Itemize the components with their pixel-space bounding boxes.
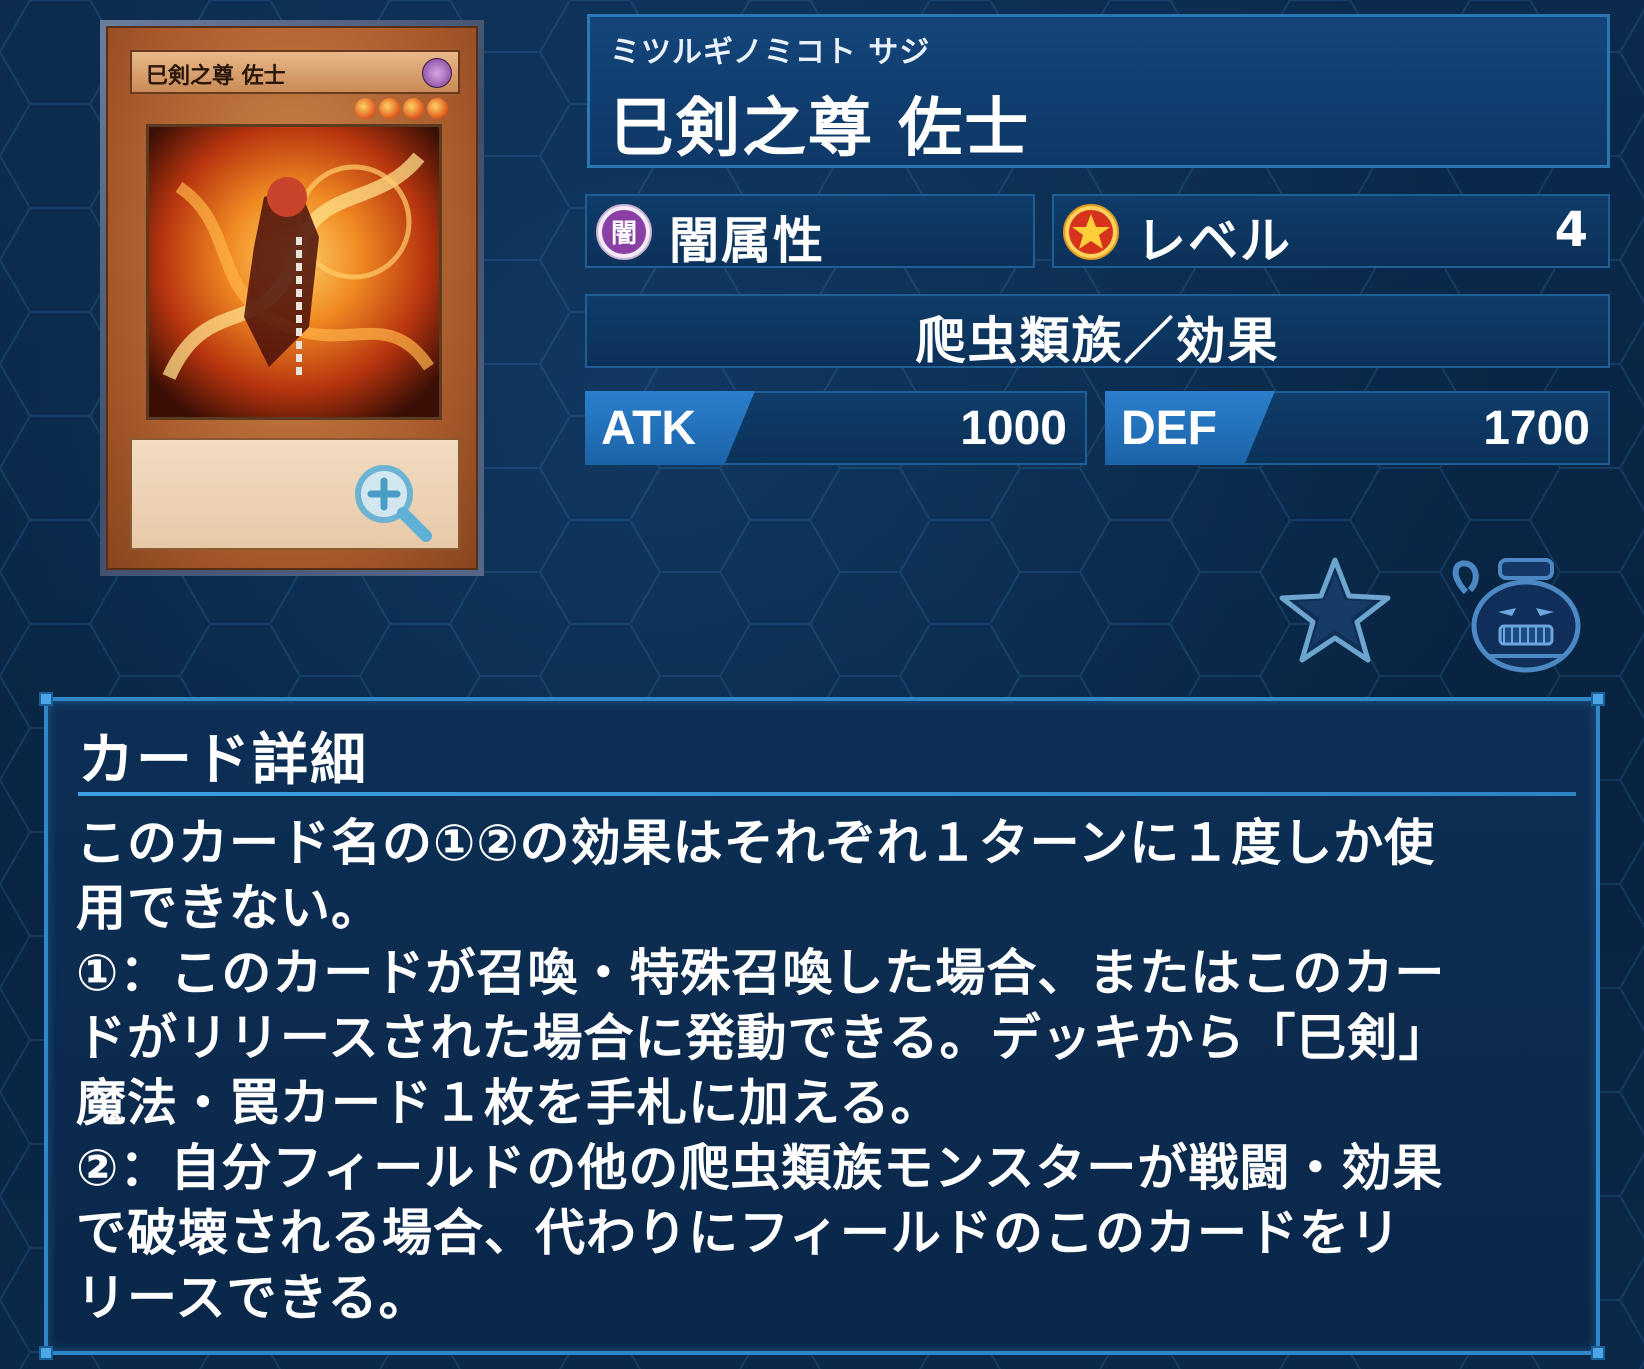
effect-line: で破壊される場合、代わりにフィールドのこのカードをリ bbox=[76, 1204, 1401, 1262]
level-star-icon bbox=[355, 98, 376, 119]
atk-label: ATK bbox=[601, 402, 697, 455]
effect-line: このカード名の①②の効果はそれぞれ１ターンに１度しか使 bbox=[76, 814, 1436, 872]
card-name-reading: ミツルギノミコト サジ bbox=[610, 35, 931, 70]
def-label: DEF bbox=[1121, 402, 1217, 455]
pot-of-greed-icon[interactable] bbox=[1448, 556, 1588, 674]
monster-type: 爬虫類族／効果 bbox=[915, 312, 1280, 370]
card-detail-panel[interactable]: カード詳細 このカード名の①②の効果はそれぞれ１ターンに１度しか使 用できない。… bbox=[39, 692, 1605, 1360]
panel-corner bbox=[1591, 1346, 1605, 1360]
level-label: レベル bbox=[1136, 212, 1292, 270]
card-effect-text: このカード名の①②の効果はそれぞれ１ターンに１度しか使 用できない。 ①：このカ… bbox=[76, 811, 1556, 1331]
effect-line: ②：自分フィールドの他の爬虫類族モンスターが戦闘・効果 bbox=[76, 1139, 1444, 1197]
def-box: DEF 1700 bbox=[1105, 391, 1610, 465]
attribute-icon-glyph: 闇 bbox=[611, 219, 637, 249]
favorite-star-icon[interactable] bbox=[1275, 554, 1395, 670]
card-level-stars bbox=[355, 98, 448, 119]
card-name-bar: 巳剣之尊 佐士 bbox=[130, 50, 460, 94]
panel-corner bbox=[1591, 692, 1605, 706]
card-attribute-mini-icon bbox=[422, 58, 452, 88]
card-detail-screen: 巳剣之尊 佐士 ミツルギノミコト サジ 巳剣之尊 佐士 闇 闇属性 レベル 4 … bbox=[0, 0, 1644, 1369]
atk-value: 1000 bbox=[960, 402, 1067, 455]
def-value: 1700 bbox=[1483, 402, 1590, 455]
effect-line: ドがリリースされた場合に発動できる。デッキから「巳剣」 bbox=[76, 1009, 1450, 1067]
level-star-icon bbox=[379, 98, 400, 119]
level-box: レベル 4 bbox=[1052, 194, 1610, 270]
effect-line: ①：このカードが召喚・特殊召喚した場合、またはこのカー bbox=[76, 944, 1446, 1002]
effect-line: リースできる。 bbox=[76, 1269, 430, 1327]
level-star-icon bbox=[1062, 203, 1120, 261]
monster-type-box: 爬虫類族／効果 bbox=[585, 294, 1610, 370]
effect-line: 用できない。 bbox=[76, 879, 382, 937]
card-artwork bbox=[146, 124, 442, 420]
detail-title: カード詳細 bbox=[78, 728, 368, 793]
attribute-box: 闇 闇属性 bbox=[585, 194, 1035, 270]
level-star-icon bbox=[403, 98, 424, 119]
card-image-name: 巳剣之尊 佐士 bbox=[146, 63, 286, 89]
effect-line: 魔法・罠カード１枚を手札に加える。 bbox=[76, 1074, 942, 1132]
card-name-panel: ミツルギノミコト サジ 巳剣之尊 佐士 bbox=[587, 14, 1610, 168]
card-name: 巳剣之尊 佐士 bbox=[610, 92, 1031, 166]
level-star-icon bbox=[427, 98, 448, 119]
zoom-in-icon[interactable] bbox=[348, 458, 438, 548]
atk-box: ATK 1000 bbox=[585, 391, 1087, 465]
attribute-label: 闇属性 bbox=[669, 212, 825, 270]
level-value: 4 bbox=[1554, 202, 1588, 258]
dark-attribute-icon: 闇 bbox=[595, 203, 653, 261]
detail-divider bbox=[78, 792, 1576, 796]
panel-corner bbox=[39, 1346, 53, 1360]
panel-corner bbox=[39, 692, 53, 706]
